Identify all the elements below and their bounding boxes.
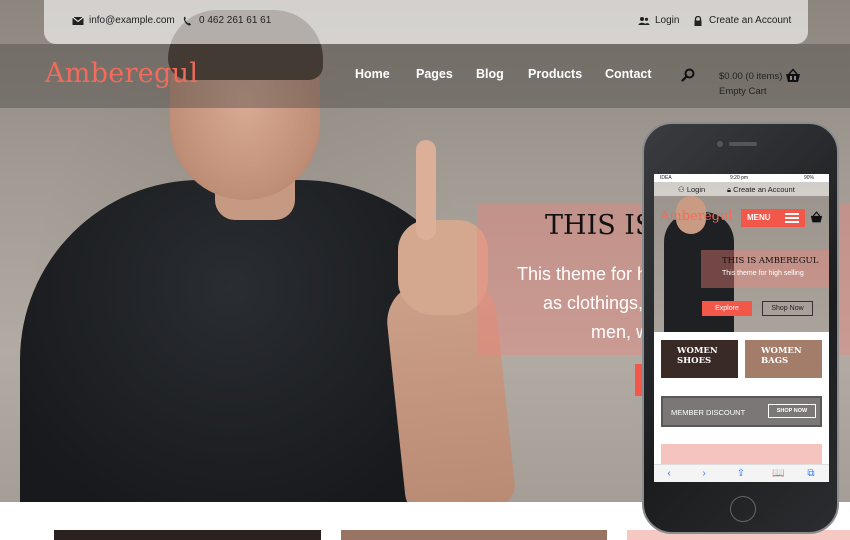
create-account-link[interactable]: Create an Account <box>692 15 791 26</box>
phone-category-women-shoes[interactable]: WOMEN SHOES <box>661 340 738 378</box>
phone-hero-caption-title: THIS IS AMBEREGUL <box>722 256 819 266</box>
phone-camera <box>717 141 723 147</box>
users-icon: ⚇ <box>678 185 685 194</box>
hamburger-icon <box>785 213 799 215</box>
hero-caption-title: THIS IS <box>545 210 654 241</box>
phone-status-bar: IDEA 9:20 pm 90% <box>654 174 829 182</box>
phone-category-women-bags-line2: BAGS <box>761 356 789 366</box>
users-icon <box>638 16 650 26</box>
lock-icon <box>692 15 704 26</box>
phone-hero-banner: ⚇ Login 🔒︎ Create an Account Amberegul M… <box>654 182 829 332</box>
lock-icon: 🔒︎ <box>727 185 731 194</box>
phone-member-discount-banner: MEMBER DISCOUNT SHOP NOW <box>661 396 822 427</box>
nav-link-contact[interactable]: Contact <box>605 67 652 81</box>
category-tile-women-shoes[interactable] <box>54 530 321 540</box>
search-icon[interactable] <box>681 68 695 82</box>
phone-category-women-bags[interactable]: WOMEN BAGS <box>745 340 822 378</box>
phone-hero-caption-subtitle: This theme for high selling <box>722 270 804 277</box>
phone-category-women-shoes-line1: WOMEN <box>677 346 718 356</box>
phone-shop-now-button[interactable]: Shop Now <box>762 301 813 316</box>
phone-time: 9:20 pm <box>730 175 749 181</box>
contact-email-text: info@example.com <box>89 15 175 26</box>
phone-mockup: IDEA 9:20 pm 90% ⚇ Login 🔒︎ Create an Ac… <box>642 122 839 534</box>
main-navigation-bar: Amberegul Home Pages Blog Products Conta… <box>0 44 850 108</box>
hero-caption-line-2: as clothings, <box>543 293 644 313</box>
nav-link-products[interactable]: Products <box>528 67 582 81</box>
shopping-basket-icon[interactable] <box>810 211 823 224</box>
nav-link-pages[interactable]: Pages <box>416 67 453 81</box>
phone-category-women-bags-line1: WOMEN <box>761 346 802 356</box>
phone-menu-button[interactable]: MENU <box>741 209 805 227</box>
shopping-basket-icon[interactable] <box>785 68 801 84</box>
phone-member-discount-text: MEMBER DISCOUNT <box>671 408 746 417</box>
create-account-link-text: Create an Account <box>709 15 792 26</box>
hero-caption-line-3: men, w <box>591 322 650 342</box>
contact-email[interactable]: info@example.com <box>72 15 175 26</box>
phone-home-button[interactable] <box>730 496 756 522</box>
phone-discount-shop-now-button[interactable]: SHOP NOW <box>768 404 816 418</box>
nav-link-home[interactable]: Home <box>355 67 390 81</box>
hamburger-icon-line <box>785 217 799 219</box>
phone-carrier: IDEA <box>660 175 672 181</box>
hamburger-icon-line <box>785 221 799 223</box>
bookmarks-icon[interactable]: 📖 <box>772 469 784 479</box>
phone-icon <box>182 16 194 26</box>
share-icon[interactable]: ⇪ <box>736 469 746 479</box>
contact-phone[interactable]: 0 462 261 61 61 <box>182 15 271 26</box>
top-info-bar: info@example.com 0 462 261 61 61 Login C… <box>44 0 808 44</box>
hero-caption-line-1: This theme for h <box>517 264 648 284</box>
phone-speaker <box>729 142 757 146</box>
phone-login-text: Login <box>686 185 706 194</box>
back-arrow-icon[interactable]: ‹ <box>664 469 674 479</box>
hero-photo-person-finger <box>416 140 436 240</box>
nav-link-blog[interactable]: Blog <box>476 67 504 81</box>
phone-explore-button[interactable]: Explore <box>702 301 752 316</box>
phone-category-women-shoes-line2: SHOES <box>677 356 712 366</box>
forward-arrow-icon[interactable]: › <box>699 469 709 479</box>
login-link[interactable]: Login <box>638 15 679 26</box>
phone-top-bar: ⚇ Login 🔒︎ Create an Account <box>654 182 829 196</box>
hero-photo-person-hand <box>398 220 488 315</box>
phone-battery: 90% <box>804 175 815 181</box>
phone-site-logo[interactable]: Amberegul <box>660 209 733 224</box>
phone-create-account-link[interactable]: 🔒︎ Create an Account <box>727 185 795 195</box>
cart-total[interactable]: $0.00 (0 items) <box>719 71 782 82</box>
login-link-text: Login <box>655 15 680 26</box>
envelope-icon <box>72 16 84 26</box>
tabs-icon[interactable]: ⧉ <box>806 469 816 479</box>
phone-create-account-text: Create an Account <box>733 185 795 194</box>
phone-login-link[interactable]: ⚇ Login <box>678 185 705 194</box>
phone-menu-label: MENU <box>747 213 771 222</box>
site-logo[interactable]: Amberegul <box>45 58 198 89</box>
phone-browser-toolbar: ‹ › ⇪ 📖 ⧉ <box>654 464 829 482</box>
contact-phone-text: 0 462 261 61 61 <box>199 15 272 26</box>
phone-next-section-preview <box>661 444 822 464</box>
phone-screen: IDEA 9:20 pm 90% ⚇ Login 🔒︎ Create an Ac… <box>654 174 829 482</box>
cart-status: Empty Cart <box>719 86 767 97</box>
category-tile-women-bags[interactable] <box>341 530 607 540</box>
